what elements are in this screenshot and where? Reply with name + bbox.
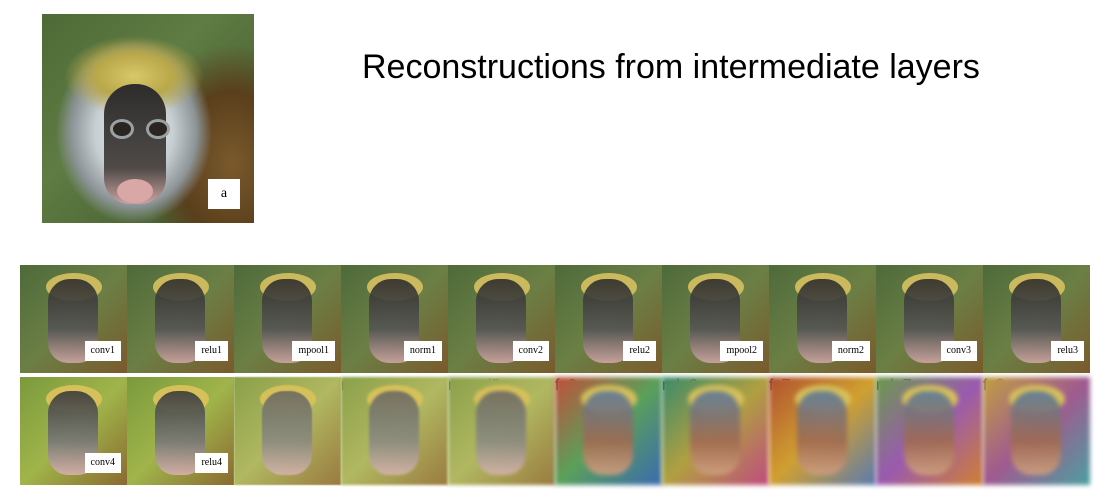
reconstruction-norm1: norm1 [341,265,448,373]
layer-label: relu3 [1051,341,1084,361]
reconstruction-conv4: conv4 [20,377,127,485]
monkey-face [369,391,419,475]
reconstruction-conv5 [234,377,341,485]
reconstruction-conv1: conv1 [20,265,127,373]
layer-label: conv4 [84,453,121,473]
layer-label: relu2 [623,341,656,361]
layer-label: relu1 [195,341,228,361]
page-title: Reconstructions from intermediate layers [362,48,980,86]
reconstruction-relu4: relu4 [127,377,234,485]
layer-label: conv1 [84,341,121,361]
monkey-face [1011,391,1061,475]
layer-label: relu4 [195,453,228,473]
reconstruction-mpool2: mpool2 [662,265,769,373]
layer-label: mpool2 [720,341,763,361]
reconstruction-conv2: conv2 [448,265,555,373]
reconstruction-relu2: relu2 [555,265,662,373]
reconstruction-relu7 [876,377,983,485]
reconstruction-grid: conv1 relu1 mpool1 norm1 conv2 relu2 mpool2 nor… [20,265,1090,485]
monkey-face [904,391,954,475]
monkey-mouth [117,179,153,203]
monkey-face [583,391,633,475]
monkey-left-eye [110,119,134,139]
monkey-face [262,391,312,475]
monkey-face [690,391,740,475]
monkey-right-eye [146,119,170,139]
layer-label: conv3 [940,341,977,361]
reconstruction-mpool1: mpool1 [234,265,341,373]
reconstruction-mpool5 [448,377,555,485]
original-monkey-image: a [42,14,254,223]
reconstruction-relu1: relu1 [127,265,234,373]
reconstruction-fc6 [555,377,662,485]
monkey-face [797,391,847,475]
reconstruction-relu3: relu3 [983,265,1090,373]
reconstruction-relu5 [341,377,448,485]
layer-label: norm1 [403,341,442,361]
reconstruction-relu6 [662,377,769,485]
reconstruction-fc8 [983,377,1090,485]
monkey-face [476,391,526,475]
original-image-label: a [208,179,240,209]
layer-label: mpool1 [292,341,335,361]
reconstruction-fc7 [769,377,876,485]
reconstruction-conv3: conv3 [876,265,983,373]
layer-label: norm2 [831,341,870,361]
layer-label: conv2 [512,341,549,361]
reconstruction-norm2: norm2 [769,265,876,373]
